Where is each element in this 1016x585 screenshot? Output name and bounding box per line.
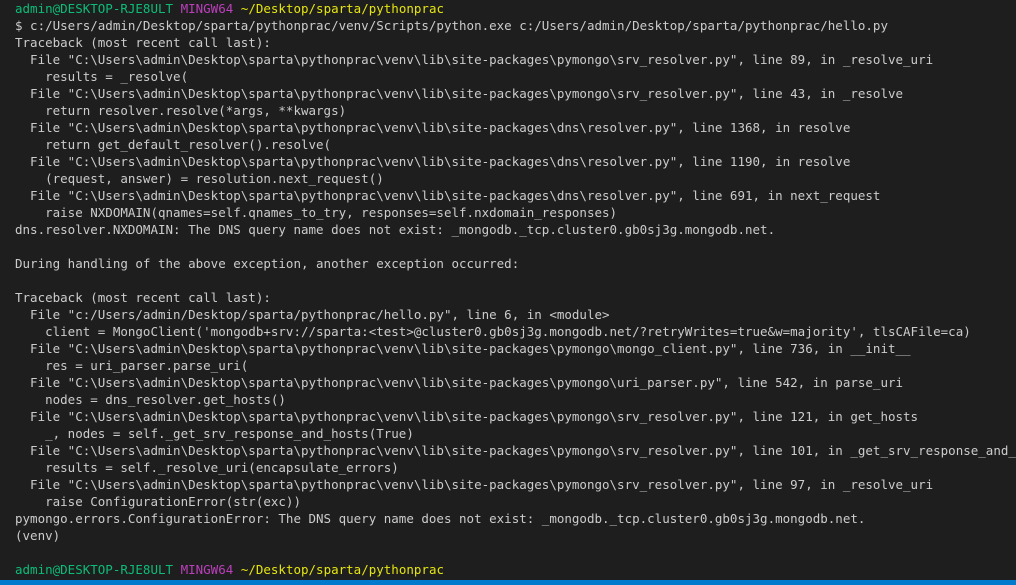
output-line: File "C:\Users\admin\Desktop\sparta\pyth… <box>15 443 1016 458</box>
output-line: File "C:\Users\admin\Desktop\sparta\pyth… <box>15 477 934 492</box>
output-line: File "c:/Users/admin/Desktop/sparta/pyth… <box>15 307 610 322</box>
output-line: results = self._resolve_uri(encapsulate_… <box>15 460 399 475</box>
output-line: Traceback (most recent call last): <box>15 35 271 50</box>
output-line: (venv) <box>15 528 61 543</box>
output-line: Traceback (most recent call last): <box>15 290 271 305</box>
prompt-env: MINGW64 <box>180 562 234 577</box>
output-line: pymongo.errors.ConfigurationError: The D… <box>15 511 866 526</box>
prompt-env: MINGW64 <box>180 1 234 16</box>
status-bar <box>0 580 1016 585</box>
output-line: File "C:\Users\admin\Desktop\sparta\pyth… <box>15 52 934 67</box>
command-line: $ c:/Users/admin/Desktop/sparta/pythonpr… <box>15 18 888 33</box>
prompt-path: ~/Desktop/sparta/pythonprac <box>240 562 444 577</box>
output-line: dns.resolver.NXDOMAIN: The DNS query nam… <box>15 222 776 237</box>
output-line: raise ConfigurationError(str(exc)) <box>15 494 301 509</box>
prompt-line: admin@DESKTOP-RJE8ULT MINGW64 ~/Desktop/… <box>15 0 1016 17</box>
prompt-path: ~/Desktop/sparta/pythonprac <box>240 1 444 16</box>
output-line: results = _resolve( <box>15 69 189 84</box>
output-line: File "C:\Users\admin\Desktop\sparta\pyth… <box>15 120 851 135</box>
output-line: raise NXDOMAIN(qnames=self.qnames_to_try… <box>15 205 618 220</box>
output-line: client = MongoClient('mongodb+srv://spar… <box>15 324 971 339</box>
output-line: File "C:\Users\admin\Desktop\sparta\pyth… <box>15 188 881 203</box>
output-line: res = uri_parser.parse_uri( <box>15 358 249 373</box>
output-line: File "C:\Users\admin\Desktop\sparta\pyth… <box>15 341 911 356</box>
prompt-user: admin@DESKTOP-RJE8ULT <box>15 1 174 16</box>
output-line: File "C:\Users\admin\Desktop\sparta\pyth… <box>15 375 904 390</box>
output-line: nodes = dns_resolver.get_hosts() <box>15 392 286 407</box>
prompt-line: admin@DESKTOP-RJE8ULT MINGW64 ~/Desktop/… <box>15 561 1016 578</box>
output-line: File "C:\Users\admin\Desktop\sparta\pyth… <box>15 409 919 424</box>
output-line: File "C:\Users\admin\Desktop\sparta\pyth… <box>15 86 904 101</box>
terminal-panel[interactable]: admin@DESKTOP-RJE8ULT MINGW64 ~/Desktop/… <box>0 0 1016 580</box>
output-line: return get_default_resolver().resolve( <box>15 137 332 152</box>
output-line: File "C:\Users\admin\Desktop\sparta\pyth… <box>15 154 851 169</box>
output-line: return resolver.resolve(*args, **kwargs) <box>15 103 347 118</box>
output-line: (request, answer) = resolution.next_requ… <box>15 171 384 186</box>
prompt-user: admin@DESKTOP-RJE8ULT <box>15 562 174 577</box>
output-line: During handling of the above exception, … <box>15 256 520 271</box>
output-line: _, nodes = self._get_srv_response_and_ho… <box>15 426 414 441</box>
